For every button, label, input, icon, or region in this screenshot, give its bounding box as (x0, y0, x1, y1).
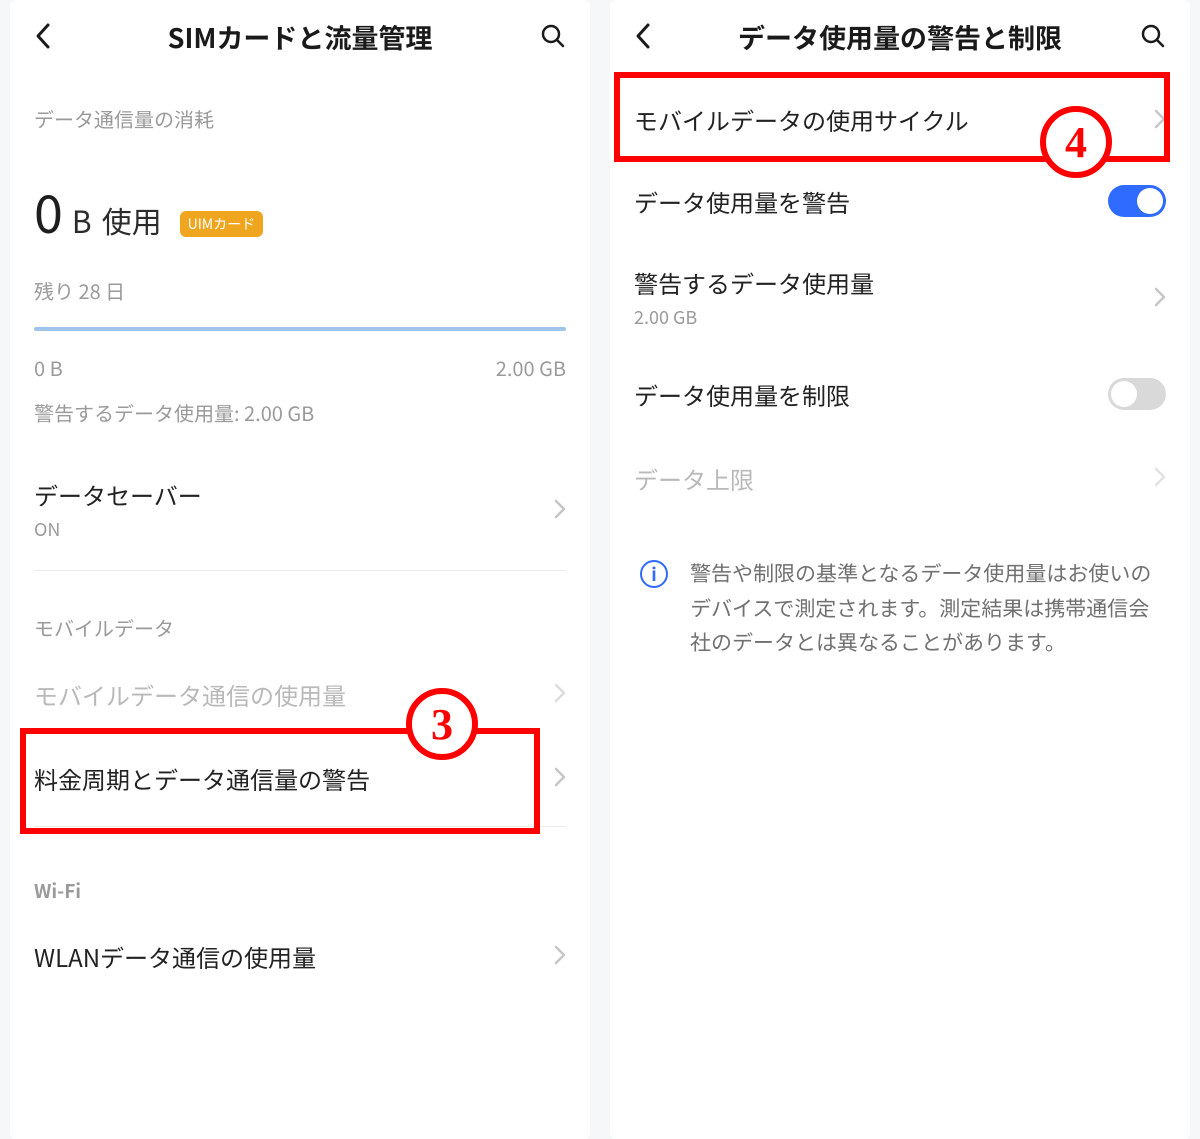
data-saver-label: データセーバー (34, 477, 554, 512)
consumption-header: データ通信量の消耗 (10, 72, 590, 139)
info-note: i 警告や制限の基準となるデータ使用量はお使いのデバイスで測定されます。測定結果… (610, 520, 1190, 660)
back-button[interactable] (634, 22, 668, 50)
remaining-days: 残り 28 日 (10, 248, 590, 305)
wlan-usage-row[interactable]: WLANデータ通信の使用量 (10, 914, 590, 998)
search-button[interactable] (1132, 23, 1166, 49)
chevron-right-icon (554, 678, 566, 710)
wlan-usage-label: WLANデータ通信の使用量 (34, 939, 554, 974)
data-limit-label: データ上限 (634, 461, 1154, 496)
usage-bar (10, 305, 590, 331)
limit-toggle-row: データ使用量を制限 (610, 352, 1190, 436)
chevron-right-icon (1154, 282, 1166, 314)
header-bar: データ使用量の警告と制限 (610, 0, 1190, 72)
data-saver-status: ON (34, 516, 554, 542)
page-title: データ使用量の警告と制限 (668, 17, 1132, 56)
warn-amount-value: 2.00 GB (634, 304, 1154, 330)
warn-toggle[interactable] (1108, 185, 1166, 217)
range-min: 0 B (34, 353, 63, 382)
data-saver-row[interactable]: データセーバー ON (10, 455, 590, 564)
warn-threshold-text: 警告するデータ使用量: 2.00 GB (10, 382, 590, 455)
back-button[interactable] (34, 22, 68, 50)
data-limit-row: データ上限 (610, 436, 1190, 520)
info-icon: i (640, 560, 668, 588)
divider (34, 826, 566, 827)
limit-toggle-label: データ使用量を制限 (634, 377, 1108, 412)
left-screen: SIMカードと流量管理 データ通信量の消耗 0 B 使用 UIMカード 残り 2… (10, 0, 590, 1139)
billing-cycle-warning-row[interactable]: 料金周期とデータ通信量の警告 (10, 736, 590, 820)
warn-amount-label: 警告するデータ使用量 (634, 265, 1154, 300)
usage-summary: 0 B 使用 UIMカード (10, 139, 590, 248)
billing-cycle-warning-label: 料金周期とデータ通信量の警告 (34, 761, 554, 796)
chevron-right-icon (1154, 462, 1166, 494)
limit-toggle[interactable] (1108, 378, 1166, 410)
header-bar: SIMカードと流量管理 (10, 0, 590, 72)
usage-used-label: 使用 (102, 198, 162, 242)
usage-value: 0 (34, 173, 62, 248)
page-title: SIMカードと流量管理 (68, 17, 532, 56)
wifi-section-header: Wi-Fi (10, 833, 590, 914)
chevron-right-icon (554, 762, 566, 794)
right-screen: データ使用量の警告と制限 モバイルデータの使用サイクル データ使用量を警告 警告… (610, 0, 1190, 1139)
chevron-right-icon (1154, 104, 1166, 136)
annotation-badge-3: 3 (406, 688, 478, 760)
info-text: 警告や制限の基準となるデータ使用量はお使いのデバイスで測定されます。測定結果は携… (690, 556, 1160, 660)
mobile-data-usage-row[interactable]: モバイルデータ通信の使用量 (10, 652, 590, 736)
mobile-data-section-header: モバイルデータ (10, 577, 590, 652)
warn-toggle-row: データ使用量を警告 (610, 159, 1190, 243)
warn-amount-row[interactable]: 警告するデータ使用量 2.00 GB (610, 243, 1190, 352)
chevron-right-icon (554, 494, 566, 526)
search-button[interactable] (532, 23, 566, 49)
usage-unit: B (72, 198, 92, 242)
divider (34, 570, 566, 571)
sim-badge: UIMカード (180, 211, 264, 237)
mobile-data-usage-label: モバイルデータ通信の使用量 (34, 677, 554, 712)
range-max: 2.00 GB (496, 353, 566, 382)
chevron-right-icon (554, 940, 566, 972)
annotation-badge-4: 4 (1040, 106, 1112, 178)
usage-range: 0 B 2.00 GB (10, 331, 590, 382)
warn-toggle-label: データ使用量を警告 (634, 184, 1108, 219)
